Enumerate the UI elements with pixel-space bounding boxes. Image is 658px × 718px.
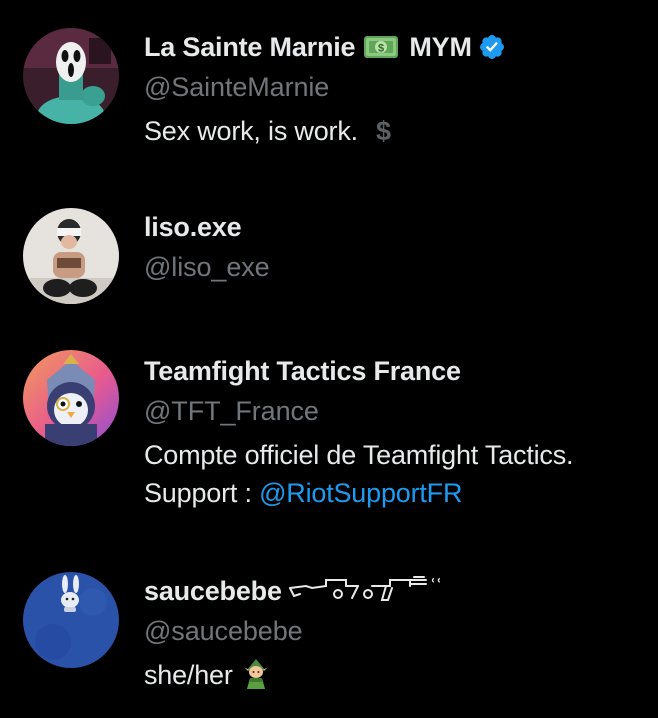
user-bio: she/her <box>144 656 658 694</box>
mention-link[interactable]: @RiotSupportFR <box>259 478 462 508</box>
display-name[interactable]: Teamfight Tactics France <box>144 356 461 387</box>
rifle-kaomoji-icon: ʿʿ <box>286 575 462 606</box>
user-cell[interactable]: liso.exe @liso_exe <box>0 190 658 330</box>
person-avatar[interactable] <box>23 208 119 304</box>
user-bio: Sex work, is work. $ <box>144 112 658 150</box>
penguin-knight-avatar[interactable] <box>23 350 119 446</box>
banknote-icon: $ <box>363 34 399 60</box>
user-info: saucebebe ʿʿ @saucebebe she/her <box>144 574 658 694</box>
elf-icon <box>241 658 271 690</box>
name-row: saucebebe ʿʿ <box>144 574 658 608</box>
user-info: La Sainte Marnie $ MYM @SainteMarnie Sex… <box>144 30 658 150</box>
user-bio: Compte officiel de Teamfight Tactics. Su… <box>144 436 658 512</box>
display-name[interactable]: saucebebe <box>144 576 282 607</box>
svg-text:ʿʿ: ʿʿ <box>430 576 442 594</box>
user-handle[interactable]: @liso_exe <box>144 250 658 284</box>
dollar-sign-icon: $ <box>375 116 391 146</box>
bio-text: Support : <box>144 478 260 508</box>
display-name[interactable]: liso.exe <box>144 212 242 243</box>
user-handle[interactable]: @TFT_France <box>144 394 658 428</box>
display-name[interactable]: La Sainte Marnie <box>144 32 356 63</box>
ghostface-mask-avatar[interactable] <box>23 28 119 124</box>
user-cell[interactable]: saucebebe ʿʿ @saucebebe she/her <box>0 560 658 718</box>
bio-line: Support : @RiotSupportFR <box>144 474 658 512</box>
bio-line: Compte officiel de Teamfight Tactics. <box>144 440 574 470</box>
name-row: Teamfight Tactics France <box>144 354 658 388</box>
user-info: Teamfight Tactics France @TFT_France Com… <box>144 354 658 512</box>
user-cell[interactable]: Teamfight Tactics France @TFT_France Com… <box>0 330 658 560</box>
user-handle[interactable]: @SainteMarnie <box>144 70 658 104</box>
user-info: liso.exe @liso_exe <box>144 210 658 284</box>
svg-text:$: $ <box>378 43 384 55</box>
bio-text: she/her <box>144 660 233 690</box>
name-suffix: MYM <box>409 31 472 62</box>
bio-text: Sex work, is work. <box>144 116 358 146</box>
verified-badge-icon[interactable] <box>478 33 506 61</box>
user-handle[interactable]: @saucebebe <box>144 614 658 648</box>
name-row: La Sainte Marnie $ MYM <box>144 30 658 64</box>
name-row: liso.exe <box>144 210 658 244</box>
user-cell[interactable]: La Sainte Marnie $ MYM @SainteMarnie Sex… <box>0 0 658 190</box>
bunny-avatar[interactable] <box>23 572 119 668</box>
user-list: La Sainte Marnie $ MYM @SainteMarnie Sex… <box>0 0 658 718</box>
